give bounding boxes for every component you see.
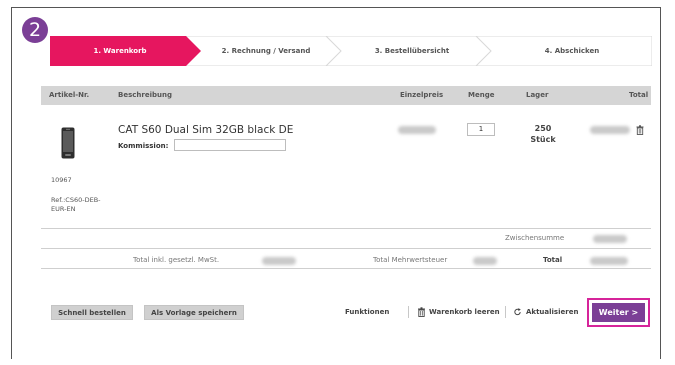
- step-abschicken[interactable]: 4. Abschicken: [492, 36, 652, 66]
- refresh-icon[interactable]: [513, 307, 522, 317]
- article-number: 10967: [51, 176, 72, 184]
- total-vat-label: Total Mehrwertsteuer: [373, 256, 448, 264]
- subtotal-value: [593, 235, 627, 243]
- grand-total-label: Total: [543, 256, 563, 264]
- checkout-steps: 1. Warenkorb 2. Rechnung / Versand 3. Be…: [50, 36, 652, 66]
- unit-price-value: [398, 126, 436, 134]
- col-menge: Menge: [468, 91, 495, 99]
- divider: [41, 248, 651, 249]
- save-template-button[interactable]: Als Vorlage speichern: [144, 305, 244, 320]
- separator: [408, 306, 409, 318]
- reference-line-2: EUR-EN: [51, 205, 76, 213]
- step-rechnung-versand[interactable]: 2. Rechnung / Versand: [200, 36, 332, 66]
- step-number-badge: 2: [22, 17, 48, 43]
- reference-line-1: Ref.:CS60-DEB-: [51, 196, 101, 204]
- step-bestelluebersicht[interactable]: 3. Bestellübersicht: [342, 36, 482, 66]
- cart-table-header: Artikel-Nr. Beschreibung Einzelpreis Men…: [41, 86, 651, 105]
- functions-link[interactable]: Funktionen: [345, 308, 389, 316]
- stock-unit: Stück: [530, 135, 556, 144]
- line-total-value: [590, 126, 630, 134]
- product-image[interactable]: [61, 127, 75, 159]
- col-beschreibung: Beschreibung: [118, 91, 172, 99]
- trash-icon[interactable]: [636, 125, 644, 135]
- stock-quantity: 250: [534, 124, 552, 133]
- col-lager: Lager: [526, 91, 549, 99]
- next-button[interactable]: Weiter >: [592, 303, 645, 322]
- col-artikel-nr: Artikel-Nr.: [49, 91, 90, 99]
- total-incl-vat-value: [262, 257, 296, 265]
- subtotal-label: Zwischensumme: [505, 234, 565, 242]
- product-name-link[interactable]: CAT S60 Dual Sim 32GB black DE: [118, 124, 293, 136]
- kommission-label: Kommission:: [118, 142, 169, 150]
- step-warenkorb[interactable]: 1. Warenkorb: [50, 36, 190, 66]
- grand-total-value: [590, 257, 628, 265]
- quick-order-button[interactable]: Schnell bestellen: [51, 305, 133, 320]
- divider: [41, 268, 651, 269]
- col-total: Total: [629, 91, 649, 99]
- trash-icon[interactable]: [417, 307, 426, 317]
- quantity-input[interactable]: 1: [467, 123, 495, 136]
- refresh-link[interactable]: Aktualisieren: [526, 308, 578, 316]
- total-vat-value: [473, 257, 497, 265]
- separator: [505, 306, 506, 318]
- col-einzelpreis: Einzelpreis: [400, 91, 444, 99]
- total-incl-vat-label: Total inkl. gesetzl. MwSt.: [133, 256, 220, 264]
- clear-cart-link[interactable]: Warenkorb leeren: [429, 308, 500, 316]
- divider: [41, 228, 651, 229]
- kommission-input[interactable]: [174, 139, 286, 151]
